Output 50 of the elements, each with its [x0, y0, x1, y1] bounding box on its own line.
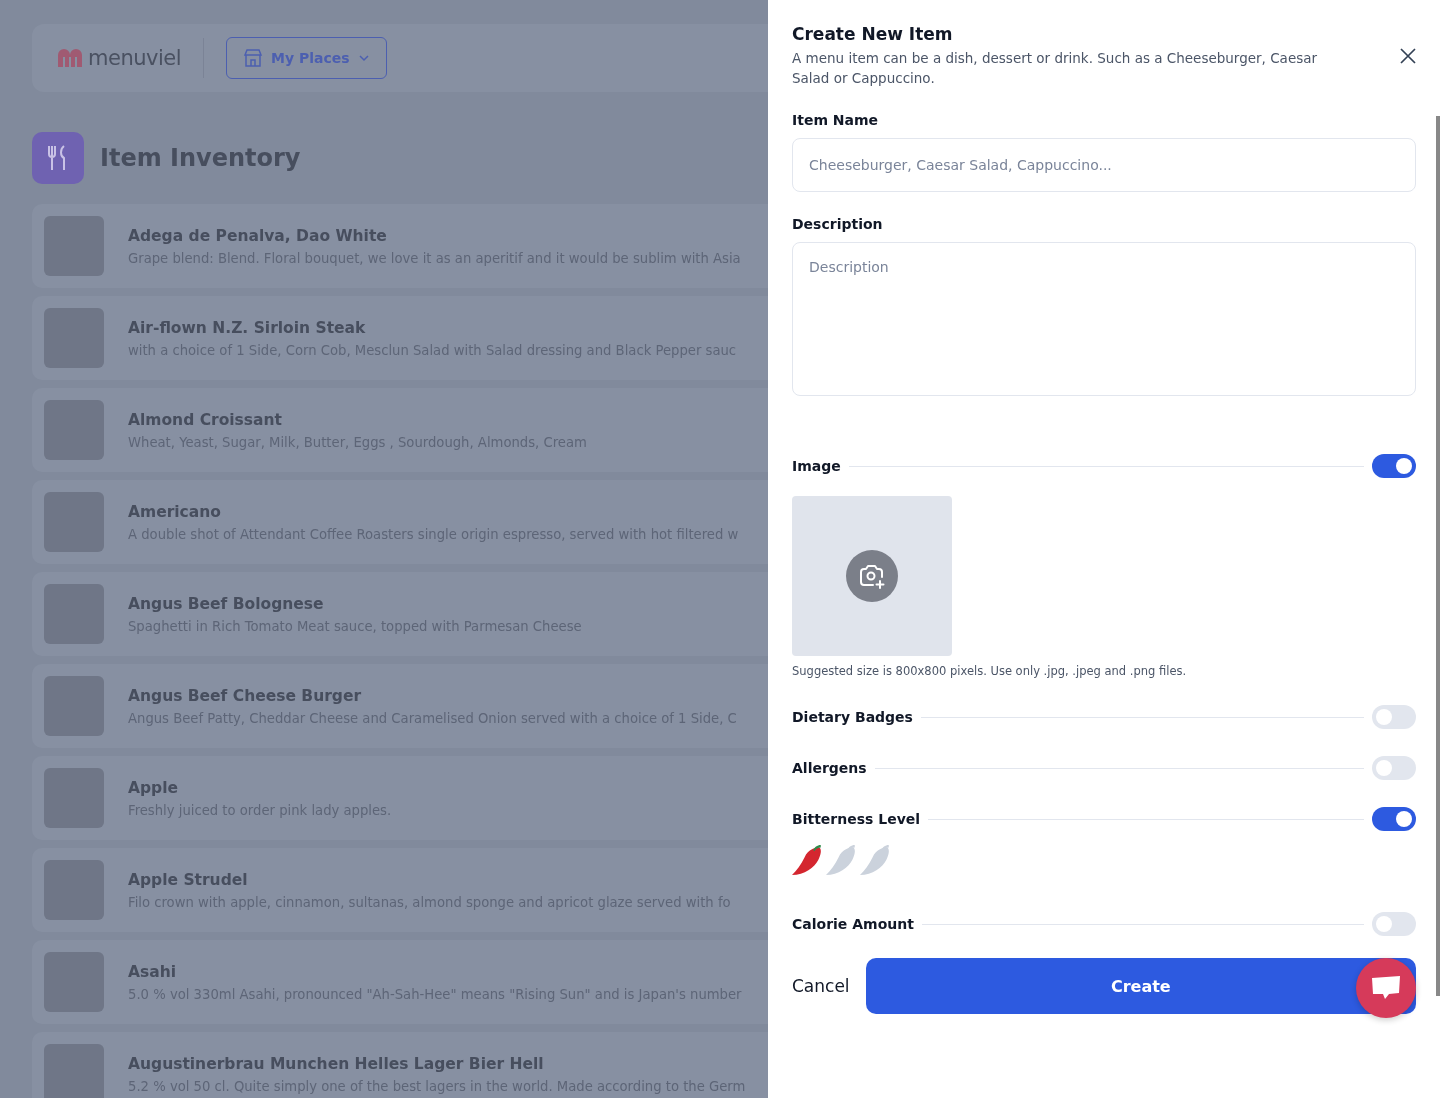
page-title: Item Inventory [100, 144, 301, 172]
section-label: Image [792, 458, 841, 474]
item-name: Air-flown N.Z. Sirloin Steak [128, 318, 366, 337]
section-label: Bitterness Level [792, 811, 921, 827]
logo-text: menuviel [88, 46, 181, 70]
logo-icon [56, 47, 84, 69]
image-upload-area[interactable] [792, 496, 952, 656]
store-icon [243, 48, 263, 68]
photo-placeholder [44, 1044, 104, 1098]
section-label: Allergens [792, 760, 867, 776]
item-name: Adega de Penalva, Dao White [128, 226, 387, 245]
photo-placeholder [44, 860, 104, 920]
item-name: Angus Beef Bolognese [128, 594, 324, 613]
utensils-icon [32, 132, 84, 184]
cancel-button[interactable]: Cancel [792, 976, 850, 996]
photo-placeholder [44, 768, 104, 828]
photo-placeholder [44, 676, 104, 736]
photo-placeholder [44, 216, 104, 276]
photo-placeholder [44, 492, 104, 552]
section-label: Dietary Badges [792, 709, 913, 725]
item-name: Angus Beef Cheese Burger [128, 686, 362, 705]
toggle-switch[interactable] [1372, 912, 1416, 936]
toggle-switch[interactable] [1372, 454, 1416, 478]
photo-placeholder [44, 584, 104, 644]
close-icon[interactable] [1400, 48, 1416, 64]
toggle-switch[interactable] [1372, 705, 1416, 729]
item-name: Apple Strudel [128, 870, 248, 889]
item-name: Asahi [128, 962, 177, 981]
item-name: Augustinerbrau Munchen Helles Lager Bier Hell [128, 1054, 544, 1073]
field-label: Item Name [792, 112, 880, 128]
item-name-field[interactable]: Cheeseburger, Caesar Salad, Cappuccino... [792, 138, 1416, 192]
item-name: Americano [128, 502, 221, 521]
section-label: Calorie Amount [792, 916, 914, 932]
field-label: Description [792, 216, 884, 232]
toggle-switch[interactable] [1372, 807, 1416, 831]
photo-placeholder [44, 400, 104, 460]
drawer-title: Create New Item [792, 24, 954, 44]
camera-plus-icon [846, 550, 898, 602]
item-name: Almond Croissant [128, 410, 282, 429]
photo-placeholder [44, 308, 104, 368]
chili-pepper-icon[interactable] [792, 845, 822, 875]
description-field[interactable]: Description [792, 242, 1416, 396]
chat-bubble-icon [1370, 975, 1402, 1001]
image-hint: Suggested size is 800x800 pixels. Use only .jpg, .jpeg and .png files. [792, 664, 1188, 678]
drawer-subtitle: A menu item can be a dish, dessert or drink. Such as a Cheeseburger, Caesar Salad or Cappuccino. [792, 49, 1319, 88]
photo-placeholder [44, 952, 104, 1012]
chevron-down-icon [357, 52, 370, 64]
item-name: Apple [128, 778, 178, 797]
places-dropdown[interactable]: My Places [226, 37, 387, 79]
toggle-switch[interactable] [1372, 756, 1416, 780]
